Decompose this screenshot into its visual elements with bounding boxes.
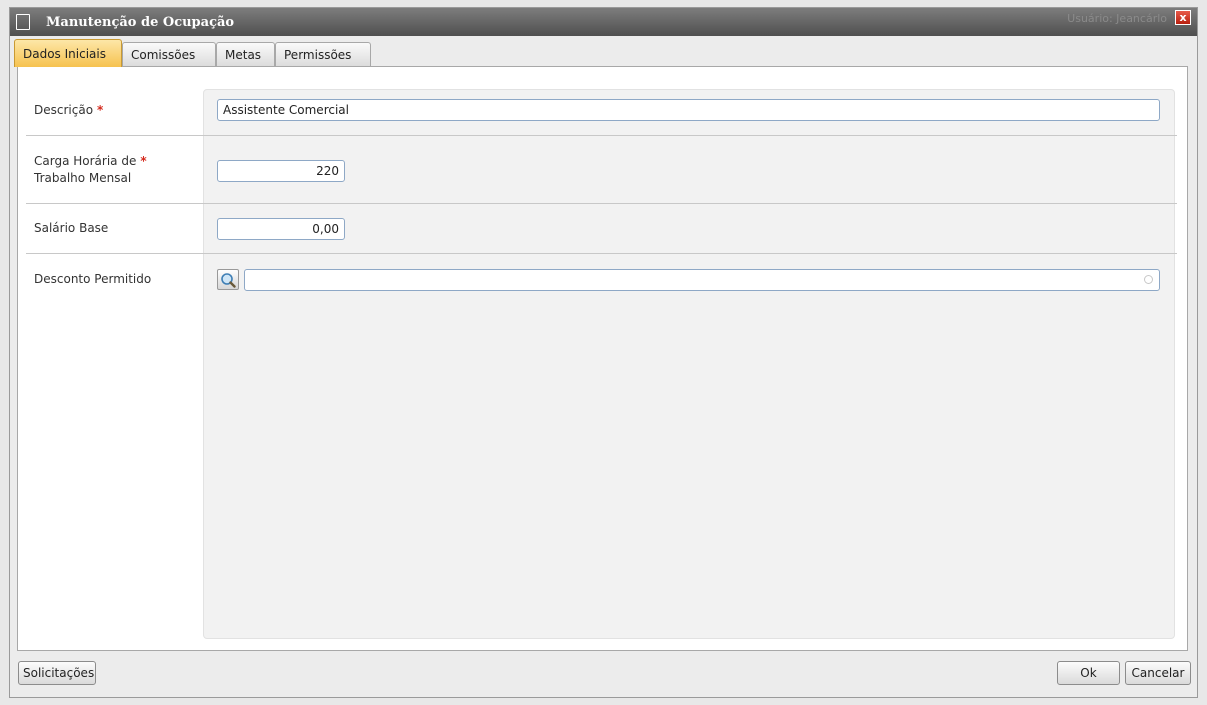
descricao-input[interactable]: Assistente Comercial: [217, 99, 1160, 121]
tab-comissoes[interactable]: Comissões: [122, 42, 216, 66]
solicitacoes-button[interactable]: Solicitações: [18, 661, 96, 685]
required-mark: *: [140, 154, 147, 168]
user-label: Usuário: Jeancárlo: [1067, 12, 1167, 25]
divider: [26, 203, 1177, 204]
tab-dados-iniciais[interactable]: Dados Iniciais: [14, 39, 122, 67]
desconto-permitido-input[interactable]: [244, 269, 1160, 291]
salario-base-input[interactable]: 0,00: [217, 218, 345, 240]
divider: [26, 253, 1177, 254]
window-title: Manutenção de Ocupação: [46, 15, 235, 30]
close-button[interactable]: x: [1175, 10, 1191, 25]
search-icon: [221, 273, 236, 288]
descricao-label: Descrição *: [34, 103, 104, 117]
title-bar[interactable]: Manutenção de Ocupação Usuário: Jeancárl…: [10, 8, 1197, 36]
tab-permissoes[interactable]: Permissões: [275, 42, 371, 66]
tab-metas[interactable]: Metas: [216, 42, 275, 66]
document-icon: [16, 14, 30, 30]
ok-button[interactable]: Ok: [1057, 661, 1120, 685]
cancelar-button[interactable]: Cancelar: [1125, 661, 1191, 685]
search-button[interactable]: [217, 269, 239, 290]
carga-horaria-input[interactable]: 220: [217, 160, 345, 182]
form-content: Descrição * Assistente Comercial Carga Ho…: [17, 66, 1188, 651]
carga-horaria-label: Carga Horária de * Trabalho Mensal: [34, 154, 147, 185]
required-mark: *: [97, 103, 104, 117]
desconto-permitido-label: Desconto Permitido: [34, 272, 152, 286]
divider: [26, 135, 1177, 136]
clear-icon[interactable]: [1144, 275, 1153, 284]
salario-base-label: Salário Base: [34, 221, 109, 235]
field-panel: [203, 89, 1175, 639]
